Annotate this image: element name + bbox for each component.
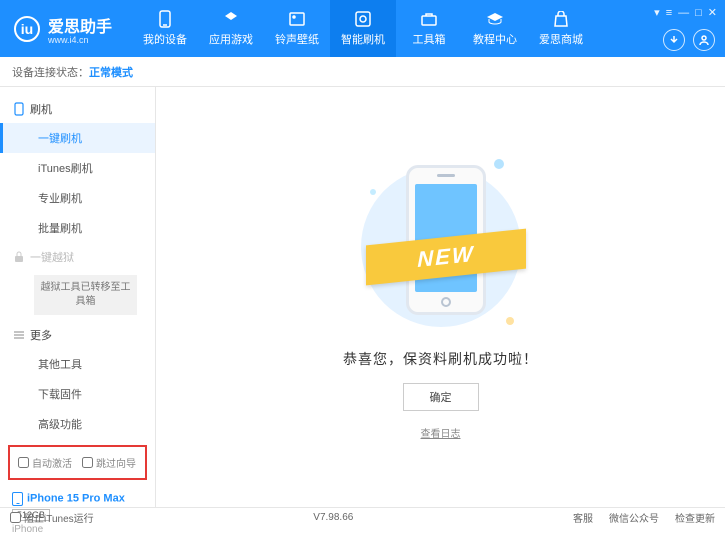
footer-update-link[interactable]: 检查更新 [675, 510, 715, 525]
sidebar-group-flash[interactable]: 刷机 [0, 95, 155, 123]
sidebar-group-more[interactable]: 更多 [0, 321, 155, 349]
menu-icon[interactable]: ▾ [654, 6, 660, 19]
nav-apps[interactable]: 应用游戏 [198, 0, 264, 57]
app-name: 爱思助手 [48, 13, 112, 37]
device-phone-icon [12, 492, 23, 506]
sidebar-item-oneclick[interactable]: 一键刷机 [0, 123, 155, 153]
maximize-icon[interactable]: □ [695, 7, 702, 19]
success-message: 恭喜您，保资料刷机成功啦！ [343, 349, 538, 369]
nav-my-device[interactable]: 我的设备 [132, 0, 198, 57]
version-label: V7.98.66 [313, 512, 353, 523]
nav-tutorial[interactable]: 教程中心 [462, 0, 528, 57]
sidebar-item-pro[interactable]: 专业刷机 [0, 183, 155, 213]
close-icon[interactable]: ✕ [708, 6, 717, 19]
status-bar: 设备连接状态： 正常模式 [0, 57, 725, 87]
checkbox-highlight-area: 自动激活 跳过向导 [8, 445, 147, 480]
sidebar-group-jailbreak: 一键越狱 [0, 243, 155, 271]
skip-guide-checkbox[interactable]: 跳过向导 [82, 455, 136, 470]
sidebar-item-itunes[interactable]: iTunes刷机 [0, 153, 155, 183]
footer-wechat-link[interactable]: 微信公众号 [609, 510, 659, 525]
status-label: 设备连接状态： [12, 64, 89, 80]
device-name: iPhone 15 Pro Max [27, 493, 125, 505]
apps-icon [222, 10, 240, 28]
top-nav: 我的设备 应用游戏 铃声壁纸 智能刷机 工具箱 教程中心 爱思商城 [132, 0, 594, 57]
list-icon [14, 330, 24, 340]
settings-icon[interactable]: ≡ [666, 7, 672, 19]
refresh-icon [354, 10, 372, 28]
nav-ringtone[interactable]: 铃声壁纸 [264, 0, 330, 57]
nav-flash[interactable]: 智能刷机 [330, 0, 396, 57]
status-value: 正常模式 [89, 64, 133, 80]
jailbreak-notice: 越狱工具已转移至工具箱 [34, 275, 137, 315]
view-log-link[interactable]: 查看日志 [421, 425, 461, 440]
ok-button[interactable]: 确定 [403, 383, 479, 411]
window-controls: ▾ ≡ — □ ✕ [654, 6, 717, 19]
logo-icon: iu [14, 16, 40, 42]
device-model: iPhone [12, 524, 143, 535]
sidebar-item-batch[interactable]: 批量刷机 [0, 213, 155, 243]
minimize-icon[interactable]: — [678, 7, 689, 19]
image-icon [288, 10, 306, 28]
download-button[interactable] [663, 29, 685, 51]
auto-activate-checkbox[interactable]: 自动激活 [18, 455, 72, 470]
block-itunes-checkbox[interactable]: 阻止iTunes运行 [10, 510, 94, 525]
user-button[interactable] [693, 29, 715, 51]
footer-support-link[interactable]: 客服 [573, 510, 593, 525]
logo-area: iu 爱思助手 www.i4.cn [0, 13, 126, 45]
graduation-icon [486, 10, 504, 28]
lock-icon [14, 251, 24, 263]
app-url: www.i4.cn [48, 35, 112, 45]
nav-store[interactable]: 爱思商城 [528, 0, 594, 57]
sidebar-item-advanced[interactable]: 高级功能 [0, 409, 155, 439]
new-ribbon: NEW [366, 228, 526, 285]
toolbox-icon [420, 10, 438, 28]
sidebar-item-firmware[interactable]: 下载固件 [0, 379, 155, 409]
phone-icon [156, 10, 174, 28]
main-content: NEW 恭喜您，保资料刷机成功啦！ 确定 查看日志 [156, 87, 725, 507]
phone-icon [14, 102, 24, 116]
sidebar: 刷机 一键刷机 iTunes刷机 专业刷机 批量刷机 一键越狱 越狱工具已转移至… [0, 87, 156, 507]
success-illustration: NEW [366, 155, 516, 335]
nav-toolbox[interactable]: 工具箱 [396, 0, 462, 57]
sidebar-item-other[interactable]: 其他工具 [0, 349, 155, 379]
app-header: iu 爱思助手 www.i4.cn 我的设备 应用游戏 铃声壁纸 智能刷机 工具… [0, 0, 725, 57]
bag-icon [552, 10, 570, 28]
